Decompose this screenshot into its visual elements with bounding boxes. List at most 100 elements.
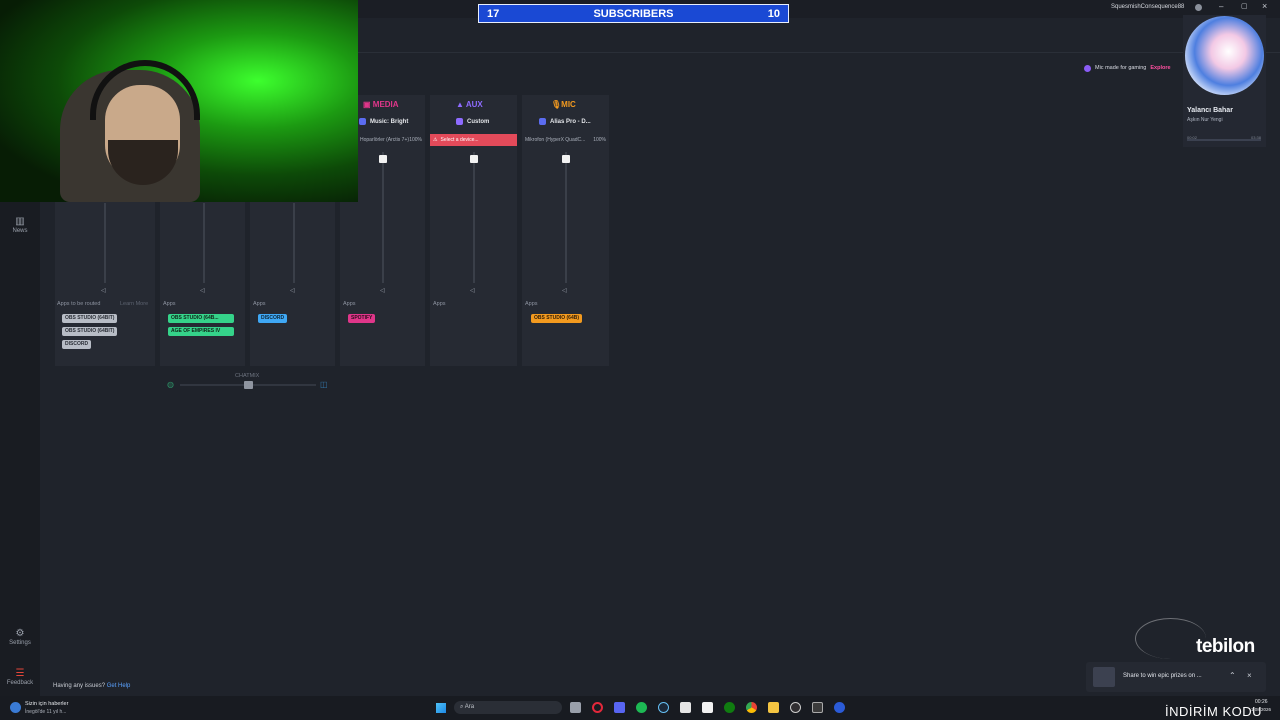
chat-apps-label: Apps — [253, 301, 266, 307]
search-placeholder: Ara — [464, 704, 475, 710]
gear-icon: ⚙ — [15, 628, 25, 639]
issues-label: Having any issues? — [53, 683, 106, 689]
mic-channel-title: 🎙MIC — [551, 100, 576, 109]
spotify-icon[interactable] — [636, 702, 647, 713]
unrouted-volume-icon[interactable]: ◁ — [101, 287, 106, 294]
media-slider-handle[interactable] — [379, 155, 387, 163]
song-title: Yalancı Bahar — [1187, 107, 1233, 114]
app-chip[interactable]: DISCORD — [62, 340, 92, 349]
promo-explore-link[interactable]: Explore — [1150, 65, 1170, 71]
app-chip[interactable]: OBS STUDIO (64B... — [168, 314, 234, 323]
news-widget-title[interactable]: Sizin için haberler — [25, 701, 68, 707]
game-slider[interactable] — [203, 203, 205, 283]
toast-text: Share to win epic prizes on ... — [1123, 673, 1202, 679]
app-chip[interactable]: DISCORD — [258, 314, 288, 323]
subscriber-right-count: 10 — [767, 7, 780, 20]
obs-icon[interactable] — [790, 702, 801, 713]
app-chip[interactable]: OBS STUDIO (64B) — [531, 314, 583, 323]
chatmix-chat-icon: ◫ — [320, 380, 328, 389]
folder-icon[interactable] — [768, 702, 779, 713]
mic-preset[interactable]: Alias Pro - D... — [539, 118, 591, 125]
mic-preset-label: Alias Pro - D... — [550, 118, 591, 125]
media-channel-title: ▣ MEDIA — [363, 100, 399, 109]
aux-icon: ▲ — [456, 100, 466, 109]
aux-slider-handle[interactable] — [470, 155, 478, 163]
taskbar-search[interactable]: ⌕ Ara — [454, 701, 562, 714]
app-chip[interactable]: OBS STUDIO (64BIT) — [62, 327, 118, 336]
get-help-link[interactable]: Get Help — [107, 683, 131, 689]
mic-promo-icon — [1084, 64, 1091, 72]
media-apps-label: Apps — [343, 301, 356, 307]
sidebar-news-label: News — [12, 228, 28, 234]
game-apps-label: Apps — [163, 301, 176, 307]
song-artist: Aşkın Nur Yengi — [1187, 117, 1223, 123]
sidebar-item-news[interactable]: ▥ News — [0, 216, 40, 234]
feedback-icon: ☰ — [15, 668, 25, 679]
xbox-icon[interactable] — [724, 702, 735, 713]
steam-icon[interactable] — [658, 702, 669, 713]
capcut-icon[interactable] — [702, 702, 713, 713]
chat-slider[interactable] — [293, 203, 295, 283]
maximize-button[interactable]: ▢ — [1241, 2, 1248, 10]
opera-icon[interactable] — [592, 702, 603, 713]
mic-slider-handle[interactable] — [562, 155, 570, 163]
mic-volume-icon[interactable]: ◁ — [562, 287, 567, 294]
song-time-start: 00:02 — [1187, 135, 1198, 140]
steelseries-gg-icon[interactable] — [834, 702, 845, 713]
mic-slider[interactable] — [565, 152, 567, 283]
media-preset[interactable]: Music: Bright — [359, 118, 408, 125]
aoe-icon[interactable] — [812, 702, 823, 713]
media-device-label: Hoparlörler (Arctis 7+) — [360, 137, 410, 143]
unrouted-slider[interactable] — [104, 203, 106, 283]
start-button-icon[interactable] — [436, 703, 446, 713]
game-volume-icon[interactable]: ◁ — [200, 287, 205, 294]
discord-icon[interactable] — [614, 702, 625, 713]
media-title-text: MEDIA — [372, 100, 399, 109]
chat-volume-icon[interactable]: ◁ — [290, 287, 295, 294]
subscriber-left-count: 17 — [487, 7, 500, 20]
app-chip[interactable]: OBS STUDIO (64BIT) — [62, 314, 118, 323]
sidebar-item-feedback[interactable]: ☰ Feedback — [0, 668, 40, 686]
now-playing-card: Yalancı Bahar Aşkın Nur Yengi 00:02 03:3… — [1183, 15, 1266, 147]
media-preset-label: Music: Bright — [370, 118, 409, 125]
user-name[interactable]: SquesmishConsequence88 — [1111, 4, 1184, 10]
aux-title-text: AUX — [465, 100, 483, 109]
mic-device-label: Mikrofon (HyperX QuadC... — [525, 137, 586, 143]
user-avatar-icon[interactable] — [1195, 4, 1202, 11]
promo-banner[interactable]: Mic made for gaming Explore — [1084, 62, 1171, 74]
chrome-icon[interactable] — [746, 702, 757, 713]
learn-more-link[interactable]: Learn More — [120, 301, 148, 307]
sidebar-item-settings[interactable]: ⚙ Settings — [0, 628, 40, 646]
weather-icon[interactable] — [10, 702, 21, 713]
taskbar-clock: 00:26 — [1255, 699, 1268, 705]
app-chip[interactable]: AGE OF EMPIRES IV — [168, 327, 234, 336]
share-toast[interactable]: Share to win epic prizes on ... ⌃ × — [1086, 662, 1266, 692]
chatmix-label: CHATMIX — [235, 373, 260, 379]
aux-device-label: Select a device... — [440, 137, 479, 143]
aux-device-select[interactable]: ⚠ Select a device... — [430, 134, 517, 146]
toast-close-icon[interactable]: × — [1247, 671, 1252, 680]
subscriber-counter: 17 SUBSCRIBERS 10 — [478, 4, 789, 23]
app-chip[interactable]: SPOTIFY — [348, 314, 376, 323]
aux-preset[interactable]: Custom — [456, 118, 489, 125]
mic-device-select[interactable]: Mikrofon (HyperX QuadC... 100% — [522, 134, 609, 146]
task-view-icon[interactable] — [570, 702, 581, 713]
epic-games-icon[interactable] — [680, 702, 691, 713]
aux-preset-icon — [456, 118, 463, 125]
sidebar-settings-label: Settings — [9, 640, 31, 646]
mic-device-level: 100% — [593, 137, 606, 143]
media-device-level: 100% — [409, 137, 422, 143]
media-icon: ▣ — [363, 100, 373, 109]
chatmix-handle[interactable] — [244, 381, 253, 389]
chevron-up-icon[interactable]: ⌃ — [1229, 671, 1236, 680]
apps-to-route-label: Apps to be routed — [57, 301, 101, 307]
toast-thumbnail — [1093, 667, 1115, 687]
minimize-button[interactable]: – — [1219, 2, 1223, 11]
close-button[interactable]: × — [1262, 1, 1267, 11]
aux-volume-icon[interactable]: ◁ — [470, 287, 475, 294]
media-device-select[interactable]: Hoparlörler (Arctis 7+) 100% — [357, 134, 425, 146]
media-volume-icon[interactable]: ◁ — [380, 287, 385, 294]
media-slider[interactable] — [382, 152, 384, 283]
aux-slider[interactable] — [473, 152, 475, 283]
song-time-end: 03:38 — [1251, 135, 1262, 140]
